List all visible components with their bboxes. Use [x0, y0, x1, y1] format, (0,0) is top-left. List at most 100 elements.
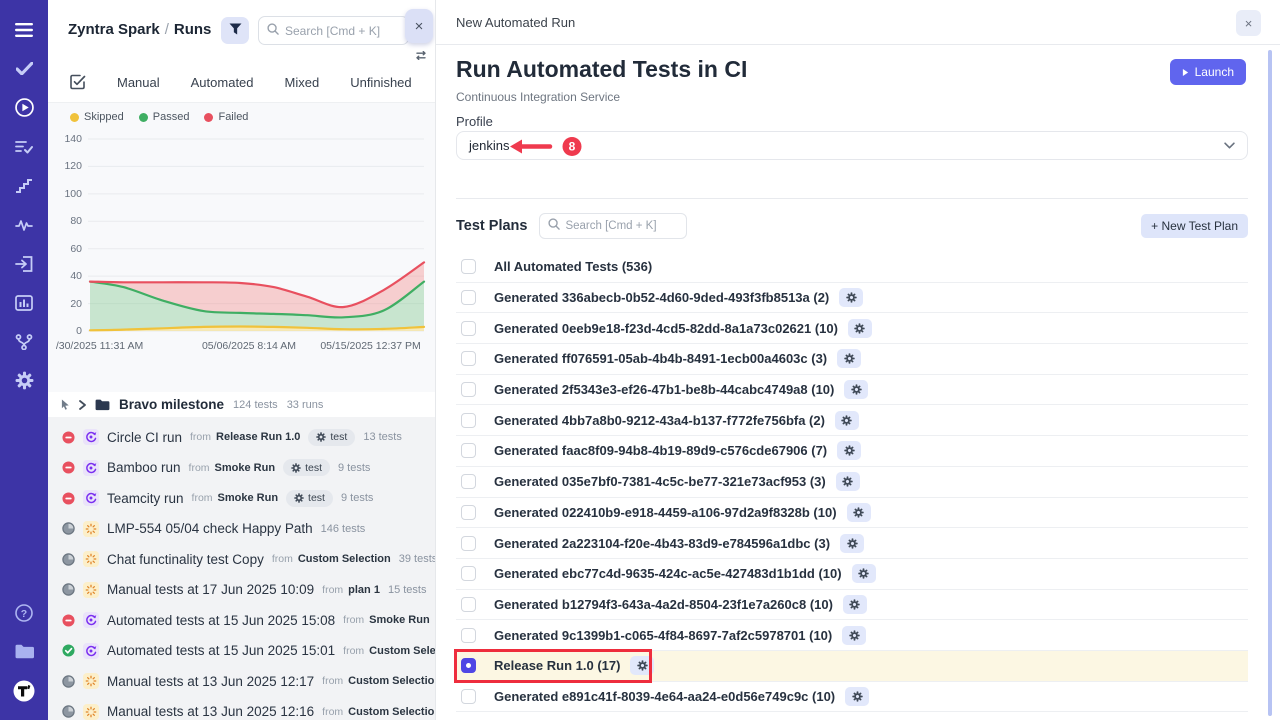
test-plan-row[interactable]: Generated e891c41f-8039-4e64-aa24-e0d56e…	[456, 682, 1248, 713]
sidebar-item-menu[interactable]	[0, 10, 48, 49]
run-row[interactable]: Manual tests at 13 Jun 2025 12:17fromCus…	[48, 666, 435, 697]
test-plan-row[interactable]: Generated 0eeb9e18-f23d-4cd5-82dd-8a1a73…	[456, 313, 1248, 344]
sidebar-item-runs[interactable]	[0, 88, 48, 127]
test-plan-row[interactable]: Generated b12794f3-643a-4a2d-8504-23f1e7…	[456, 590, 1248, 621]
test-plan-settings-button[interactable]	[852, 564, 876, 583]
checkbox[interactable]	[461, 321, 476, 336]
test-plan-label[interactable]: Generated ebc77c4d-9635-424c-ac5e-427483…	[494, 566, 842, 581]
profile-select[interactable]: jenkins 8	[456, 131, 1248, 160]
run-row[interactable]: LMP-554 05/04 check Happy Path146 tests	[48, 514, 435, 545]
test-plan-label[interactable]: Generated faac8f09-94b8-4b19-89d9-c576cd…	[494, 443, 827, 458]
tab-unfinished[interactable]: Unfinished	[350, 75, 411, 90]
test-plan-row[interactable]: Generated 336abecb-0b52-4d60-9ded-493f3f…	[456, 283, 1248, 314]
launch-button[interactable]: Launch	[1170, 59, 1246, 85]
run-title[interactable]: Manual tests at 17 Jun 2025 10:09	[107, 582, 314, 597]
test-plan-label[interactable]: Generated b12794f3-643a-4a2d-8504-23f1e7…	[494, 597, 833, 612]
breadcrumb-page[interactable]: Runs	[174, 21, 212, 38]
tab-manual[interactable]: Manual	[117, 75, 160, 90]
run-title[interactable]: Manual tests at 13 Jun 2025 12:16	[107, 704, 314, 719]
tab-mixed[interactable]: Mixed	[285, 75, 320, 90]
sidebar-item-projects[interactable]	[0, 632, 48, 671]
run-tag-badge[interactable]: test	[308, 429, 355, 446]
sidebar-item-test-plans[interactable]	[0, 127, 48, 166]
run-from-value[interactable]: Smoke Run	[369, 614, 430, 626]
test-plan-settings-button[interactable]	[848, 319, 872, 338]
test-plan-row[interactable]: Generated ebc77c4d-9635-424c-ac5e-427483…	[456, 559, 1248, 590]
test-plan-settings-button[interactable]	[847, 503, 871, 522]
run-title[interactable]: Automated tests at 15 Jun 2025 15:01	[107, 643, 335, 658]
test-plan-settings-button[interactable]	[843, 595, 867, 614]
test-plan-label[interactable]: All Automated Tests (536)	[494, 259, 652, 274]
scrollbar-thumb[interactable]	[1268, 50, 1272, 716]
checkbox[interactable]	[461, 259, 476, 274]
test-plan-label[interactable]: Generated 336abecb-0b52-4d60-9ded-493f3f…	[494, 290, 829, 305]
run-from-value[interactable]: Smoke Run	[218, 492, 279, 504]
test-plan-settings-button[interactable]	[839, 288, 863, 307]
test-plan-row[interactable]: Generated 2a223104-f20e-4b43-83d9-e78459…	[456, 528, 1248, 559]
test-plan-row[interactable]: Generated 035e7bf0-7381-4c5c-be77-321e73…	[456, 467, 1248, 498]
checkbox[interactable]	[461, 382, 476, 397]
sidebar-item-tests[interactable]	[0, 49, 48, 88]
run-tag-badge[interactable]: test	[286, 490, 333, 507]
run-title[interactable]: Circle CI run	[107, 430, 182, 445]
test-plan-settings-button[interactable]	[840, 534, 864, 553]
checkbox[interactable]	[461, 413, 476, 428]
folder-name[interactable]: Bravo milestone	[119, 397, 224, 412]
run-from-value[interactable]: Smoke Run	[215, 462, 276, 474]
milestone-folder-row[interactable]: Bravo milestone 124 tests 33 runs	[48, 392, 435, 417]
test-plan-label[interactable]: Generated e891c41f-8039-4e64-aa24-e0d56e…	[494, 689, 835, 704]
checkbox[interactable]	[461, 566, 476, 581]
checkbox[interactable]	[461, 474, 476, 489]
test-plan-label[interactable]: Generated ff076591-05ab-4b4b-8491-1ecb00…	[494, 351, 827, 366]
checkbox[interactable]	[461, 536, 476, 551]
sidebar-item-reports[interactable]	[0, 283, 48, 322]
breadcrumb-project[interactable]: Zyntra Spark	[68, 21, 160, 38]
test-plan-settings-button[interactable]	[845, 687, 869, 706]
run-title[interactable]: Bamboo run	[107, 460, 181, 475]
checkbox[interactable]	[461, 628, 476, 643]
run-from-value[interactable]: Release Run 1.0	[216, 431, 300, 443]
run-row[interactable]: Circle CI runfromRelease Run 1.0test13 t…	[48, 422, 435, 453]
run-title[interactable]: Teamcity run	[107, 491, 184, 506]
select-all-icon[interactable]	[70, 74, 86, 90]
checkbox-checked[interactable]	[461, 658, 476, 673]
run-from-value[interactable]: Custom Selection	[348, 706, 435, 718]
sidebar-item-branches[interactable]	[0, 322, 48, 361]
run-row[interactable]: Automated tests at 15 Jun 2025 15:08from…	[48, 605, 435, 636]
run-row[interactable]: Bamboo runfromSmoke Runtest9 tests	[48, 453, 435, 484]
run-tag-badge[interactable]: test	[283, 459, 330, 476]
checkbox[interactable]	[461, 689, 476, 704]
test-plan-label[interactable]: Generated 9c1399b1-c065-4f84-8697-7af2c5…	[494, 628, 832, 643]
test-plan-row[interactable]: All Automated Tests (536)	[456, 252, 1248, 283]
test-plan-row[interactable]: Release Run 1.0 (17)	[456, 651, 1248, 682]
checkbox[interactable]	[461, 505, 476, 520]
run-from-value[interactable]: Custom Selection	[298, 553, 391, 565]
run-row[interactable]: Manual tests at 17 Jun 2025 10:09frompla…	[48, 575, 435, 606]
test-plan-row[interactable]: Generated 022410b9-e918-4459-a106-97d2a9…	[456, 498, 1248, 529]
run-from-value[interactable]: plan 1	[348, 584, 380, 596]
checkbox[interactable]	[461, 290, 476, 305]
runs-search-input[interactable]	[285, 24, 400, 38]
run-title[interactable]: Automated tests at 15 Jun 2025 15:08	[107, 613, 335, 628]
tab-automated[interactable]: Automated	[191, 75, 254, 90]
run-row[interactable]: Automated tests at 15 Jun 2025 15:01from…	[48, 636, 435, 667]
runs-search[interactable]	[258, 16, 409, 45]
new-test-plan-button[interactable]: + New Test Plan	[1141, 214, 1248, 238]
test-plan-label[interactable]: Generated 2a223104-f20e-4b43-83d9-e78459…	[494, 536, 830, 551]
test-plan-row[interactable]: Generated ff076591-05ab-4b4b-8491-1ecb00…	[456, 344, 1248, 375]
test-plan-settings-button[interactable]	[842, 626, 866, 645]
sidebar-item-help[interactable]: ?	[0, 593, 48, 632]
test-plan-settings-button[interactable]	[844, 380, 868, 399]
test-plan-row[interactable]: Generated 4bb7a8b0-9212-43a4-b137-f772fe…	[456, 405, 1248, 436]
modal-close-button[interactable]: ×	[1236, 10, 1261, 36]
test-plans-search[interactable]	[539, 213, 687, 239]
checkbox[interactable]	[461, 597, 476, 612]
sidebar-item-settings[interactable]	[0, 361, 48, 400]
filter-button[interactable]	[221, 17, 249, 44]
panel-close-button[interactable]: ×	[405, 9, 433, 43]
test-plan-label[interactable]: Generated 2f5343e3-ef26-47b1-be8b-44cabc…	[494, 382, 834, 397]
test-plan-settings-button[interactable]	[835, 411, 859, 430]
run-title[interactable]: Chat functinality test Copy	[107, 552, 264, 567]
run-row[interactable]: Chat functinality test CopyfromCustom Se…	[48, 544, 435, 575]
test-plan-label[interactable]: Generated 035e7bf0-7381-4c5c-be77-321e73…	[494, 474, 826, 489]
